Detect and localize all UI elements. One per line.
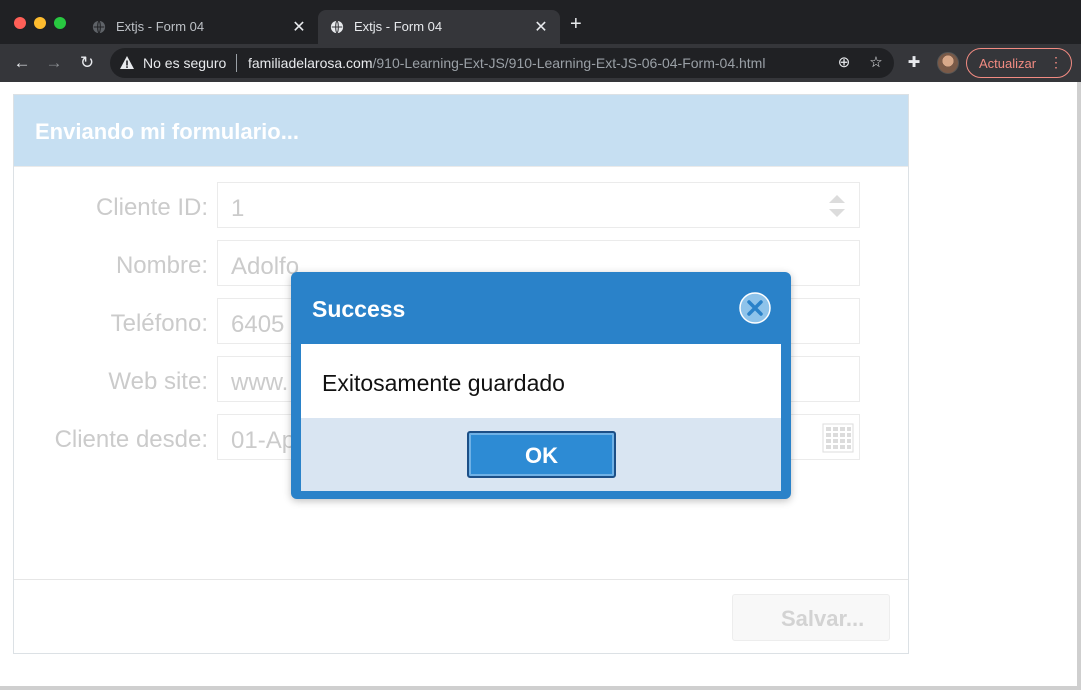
address-bar[interactable]: No es seguro familiadelarosa.com/910-Lea… — [110, 48, 894, 78]
close-window-button[interactable] — [14, 17, 26, 29]
new-tab-button[interactable]: + — [570, 14, 582, 34]
url-divider — [236, 54, 237, 72]
dialog-message: Exitosamente guardado — [322, 370, 565, 396]
extensions-puzzle-icon[interactable]: ✚ — [905, 54, 923, 72]
tab-close-icon[interactable]: ✕ — [290, 17, 308, 37]
maximize-window-button[interactable] — [54, 17, 66, 29]
globe-icon — [330, 20, 344, 34]
forward-arrow-icon[interactable]: → — [44, 53, 64, 73]
page-bottom-edge — [0, 686, 1081, 690]
success-dialog: Success Exitosamente guardado OK — [291, 272, 791, 499]
title-bar: Extjs - Form 04 ✕ Extjs - Form 04 ✕ + — [0, 0, 1081, 44]
back-arrow-icon[interactable]: ← — [12, 53, 32, 73]
close-icon[interactable] — [738, 291, 772, 325]
profile-avatar[interactable] — [937, 52, 959, 74]
ok-button-label: OK — [525, 443, 558, 468]
reload-icon[interactable]: ↻ — [77, 53, 97, 73]
dialog-body: Exitosamente guardado — [301, 344, 781, 418]
page-edge — [1077, 82, 1081, 690]
url-host: familiadelarosa.com — [248, 55, 373, 71]
tab-close-icon[interactable]: ✕ — [532, 17, 550, 37]
bookmark-star-icon[interactable]: ☆ — [867, 54, 885, 72]
tab-form-04-inactive[interactable]: Extjs - Form 04 ✕ — [80, 10, 318, 44]
menu-dots-icon: ⋮ — [1049, 54, 1063, 70]
url-text[interactable]: familiadelarosa.com/910-Learning-Ext-JS/… — [248, 55, 765, 71]
update-label: Actualizar — [979, 56, 1037, 71]
warning-icon — [120, 56, 134, 69]
browser-toolbar: ← → ↻ No es seguro familiadelarosa.com/9… — [0, 44, 1081, 82]
security-status[interactable]: No es seguro — [143, 55, 226, 71]
dialog-footer: OK — [301, 418, 781, 491]
update-button[interactable]: Actualizar ⋮ — [966, 48, 1072, 78]
tab-form-04-active[interactable]: Extjs - Form 04 ✕ — [318, 10, 560, 44]
minimize-window-button[interactable] — [34, 17, 46, 29]
tab-title: Extjs - Form 04 — [116, 19, 205, 34]
tab-title: Extjs - Form 04 — [354, 19, 443, 34]
dialog-title: Success — [312, 296, 406, 322]
globe-icon — [92, 20, 106, 34]
url-path: /910-Learning-Ext-JS/910-Learning-Ext-JS… — [372, 55, 766, 71]
ok-button[interactable]: OK — [467, 431, 616, 478]
browser-chrome: Extjs - Form 04 ✕ Extjs - Form 04 ✕ + ← … — [0, 0, 1081, 82]
zoom-icon[interactable]: ⊕ — [835, 54, 853, 72]
